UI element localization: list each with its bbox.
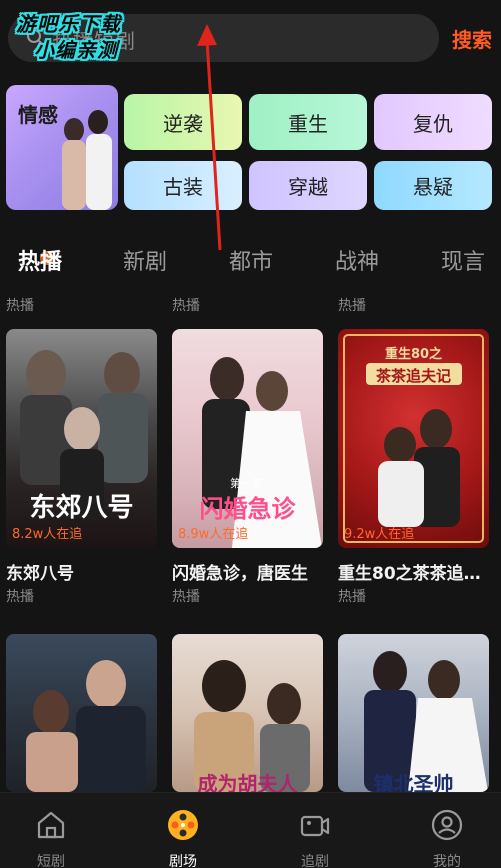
- poster-title: 成为胡夫人: [197, 772, 298, 792]
- category-label: 逆袭: [163, 111, 203, 136]
- drama-title[interactable]: 重生80之茶茶追…: [338, 559, 493, 584]
- drama-tag: 热播: [6, 589, 34, 605]
- category-chuanyue[interactable]: 穿越: [249, 161, 367, 210]
- drama-card[interactable]: 东郊八号 8.2w人在追: [6, 329, 157, 548]
- category-featured[interactable]: 情感: [6, 85, 118, 210]
- poster-title: 茶茶追夫记: [375, 367, 451, 385]
- category-chongsheng[interactable]: 重生: [249, 94, 367, 150]
- drama-card[interactable]: 重生80之 茶茶追夫记 9.2w人在追: [338, 329, 489, 548]
- poster-subtitle: 重生80之: [384, 347, 443, 362]
- search-button[interactable]: 搜索: [452, 24, 492, 53]
- nav-label: 追剧: [301, 854, 329, 868]
- couple-illustration: [62, 110, 112, 210]
- nav-item-wode[interactable]: 我的: [397, 793, 497, 868]
- watch-count: 9.2w人在追: [344, 527, 415, 542]
- home-icon: [37, 811, 65, 839]
- watch-count: 8.2w人在追: [12, 527, 83, 542]
- drama-card[interactable]: [6, 634, 157, 792]
- drama-title[interactable]: 闪婚急诊，唐医生: [172, 559, 327, 584]
- drama-card[interactable]: 镇北圣帅: [338, 634, 489, 792]
- category-label: 重生: [288, 111, 328, 136]
- tab-dushi[interactable]: 都市: [229, 244, 273, 276]
- tab-zhanshen[interactable]: 战神: [335, 244, 379, 276]
- category-label: 悬疑: [413, 175, 453, 199]
- category-nixi[interactable]: 逆袭: [124, 94, 242, 150]
- category-label: 古装: [163, 175, 203, 199]
- category-fuchou[interactable]: 复仇: [374, 94, 492, 150]
- bottom-nav: 短剧 剧场 追剧 我的: [0, 792, 501, 868]
- tab-xinju[interactable]: 新剧: [123, 244, 167, 276]
- film-reel-icon: [168, 810, 198, 840]
- category-label: 复仇: [413, 111, 453, 136]
- tab-rebo[interactable]: 热播: [18, 244, 62, 276]
- poster-people: [26, 660, 146, 792]
- tab-xianyan[interactable]: 现言: [441, 244, 485, 276]
- watermark-line2: 小编亲测: [34, 38, 118, 62]
- section-label: 热播: [338, 298, 366, 314]
- nav-label: 短剧: [37, 854, 65, 868]
- watermark-logo: 游吧乐下载 小编亲测: [12, 6, 162, 62]
- category-xuanyi[interactable]: 悬疑: [374, 161, 492, 210]
- poster-title: 闪婚急诊: [199, 495, 296, 523]
- category-guzhuang[interactable]: 古装: [124, 161, 242, 210]
- nav-item-zhuiju[interactable]: 追剧: [265, 793, 365, 868]
- section-label: 热播: [6, 298, 34, 314]
- nav-item-duanju[interactable]: 短剧: [1, 793, 101, 868]
- poster-title: 东郊八号: [29, 493, 134, 523]
- drama-card[interactable]: 成为胡夫人: [172, 634, 323, 792]
- drama-tag: 热播: [338, 589, 366, 605]
- drama-card[interactable]: 第一集 闪婚急诊 8.9w人在追: [172, 329, 323, 548]
- category-label: 穿越: [288, 175, 328, 199]
- nav-label: 我的: [433, 854, 461, 868]
- drama-tag: 热播: [172, 589, 200, 605]
- watch-count: 8.9w人在追: [178, 527, 249, 542]
- nav-label: 剧场: [169, 854, 197, 868]
- section-label: 热播: [172, 298, 200, 314]
- profile-icon: [431, 809, 463, 841]
- poster-title: 镇北圣帅: [373, 772, 454, 792]
- video-camera-icon: [300, 815, 330, 837]
- watermark-line1: 游吧乐下载: [16, 12, 121, 36]
- nav-item-juchang[interactable]: 剧场: [133, 793, 233, 868]
- drama-title[interactable]: 东郊八号: [6, 559, 161, 584]
